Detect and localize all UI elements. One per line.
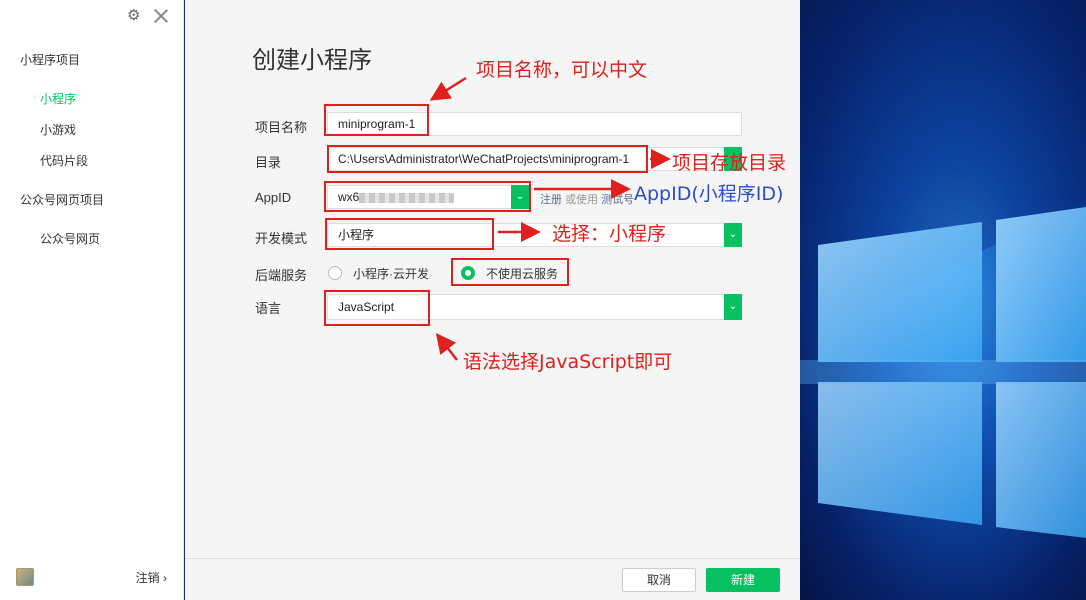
radio-cloud-dev[interactable] bbox=[328, 266, 342, 280]
sidebar-footer: 注销 › bbox=[0, 566, 183, 588]
highlight-dev-mode bbox=[325, 218, 494, 250]
highlight-directory bbox=[327, 145, 648, 173]
sidebar-group-official-account: 公众号网页项目 bbox=[20, 193, 105, 207]
dialog-footer: 取消 新建 bbox=[185, 558, 800, 600]
appid-links: 注册 或使用 测试号 bbox=[540, 191, 634, 207]
annotation-dev-mode: 选择：小程序 bbox=[552, 223, 667, 245]
chevron-down-icon[interactable]: ⌄ bbox=[724, 294, 742, 320]
dev-mode-label: 开发模式 bbox=[255, 231, 308, 246]
directory-label: 目录 bbox=[255, 155, 282, 170]
create-button[interactable]: 新建 bbox=[706, 568, 780, 592]
backend-label: 后端服务 bbox=[255, 268, 308, 283]
sidebar-group-miniprogram: 小程序项目 bbox=[20, 53, 81, 67]
sidebar-item-official-webpage[interactable]: 公众号网页 bbox=[40, 230, 100, 247]
page-title: 创建小程序 bbox=[252, 47, 372, 74]
appid-label: AppID bbox=[255, 190, 292, 205]
or-use-text: 或使用 bbox=[565, 194, 599, 206]
project-name-label: 项目名称 bbox=[255, 120, 308, 135]
highlight-project-name bbox=[324, 104, 429, 136]
highlight-language bbox=[324, 290, 430, 326]
language-label: 语言 bbox=[255, 301, 282, 316]
annotation-directory: 项目存放目录 bbox=[672, 152, 787, 174]
gear-icon[interactable]: ⚙ bbox=[127, 8, 141, 23]
logout-label: 注销 bbox=[135, 571, 160, 585]
desktop-wallpaper bbox=[800, 0, 1086, 600]
sidebar-item-miniprogram[interactable]: 小程序 bbox=[40, 90, 76, 107]
test-account-link[interactable]: 测试号 bbox=[601, 194, 634, 206]
create-project-panel: 创建小程序 项目名称 miniprogram-1 目录 C:\Users\Adm… bbox=[185, 0, 800, 600]
sidebar-toolbar: ⚙ bbox=[127, 8, 169, 24]
sidebar: ⚙ 小程序项目 小程序 小游戏 代码片段 公众号网页项目 公众号网页 注销 › bbox=[0, 0, 184, 600]
annotation-project-name: 项目名称，可以中文 bbox=[476, 59, 648, 81]
user-avatar[interactable] bbox=[16, 568, 34, 586]
radio-cloud-dev-label: 小程序·云开发 bbox=[353, 267, 429, 281]
annotation-appid: AppID(小程序ID) bbox=[634, 183, 784, 205]
logout-button[interactable]: 注销 › bbox=[136, 569, 167, 586]
sidebar-item-code-snippet[interactable]: 代码片段 bbox=[40, 152, 88, 169]
chevron-right-icon: › bbox=[163, 571, 167, 585]
highlight-appid bbox=[324, 181, 531, 212]
annotation-language: 语法选择JavaScript即可 bbox=[463, 351, 673, 373]
register-link[interactable]: 注册 bbox=[540, 194, 562, 206]
cancel-button[interactable]: 取消 bbox=[622, 568, 696, 592]
highlight-no-cloud bbox=[451, 258, 569, 286]
chevron-down-icon[interactable]: ⌄ bbox=[724, 223, 742, 247]
windows-logo bbox=[800, 0, 1086, 538]
close-icon[interactable] bbox=[153, 8, 169, 24]
sidebar-item-minigame[interactable]: 小游戏 bbox=[40, 121, 76, 138]
